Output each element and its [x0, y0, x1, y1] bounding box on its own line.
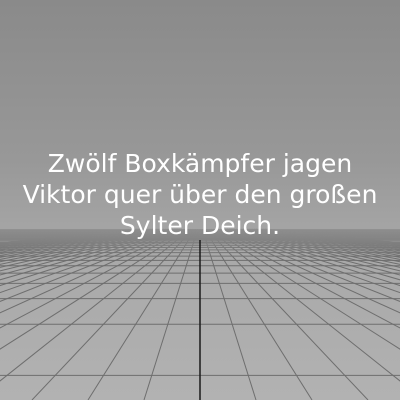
grid-column-line: [0, 228, 185, 314]
grid-column-line: [204, 228, 313, 400]
grid-column-line: [215, 228, 400, 314]
caption-line-2: Viktor quer über den großen: [22, 180, 378, 209]
caption-line-1: Zwölf Boxkämpfer jagen: [47, 149, 353, 178]
caption-line-3: Sylter Deich.: [119, 211, 281, 240]
grid-column-line: [143, 228, 199, 400]
caption-text: Zwölf Boxkämpfer jagen Viktor quer über …: [0, 148, 400, 241]
grid-column-line: [253, 228, 400, 249]
grid-column-line: [201, 228, 257, 400]
grid-column-line: [0, 228, 190, 350]
grid-column-line: [210, 228, 400, 350]
scene-canvas: Zwölf Boxkämpfer jagen Viktor quer über …: [0, 0, 400, 400]
grid-column-line: [0, 228, 142, 247]
grid-column-line: [255, 228, 400, 248]
grid-column-line: [87, 228, 196, 400]
grid-column-line: [0, 228, 147, 249]
grid-column-line: [258, 228, 400, 247]
grid-column-line: [0, 228, 145, 248]
